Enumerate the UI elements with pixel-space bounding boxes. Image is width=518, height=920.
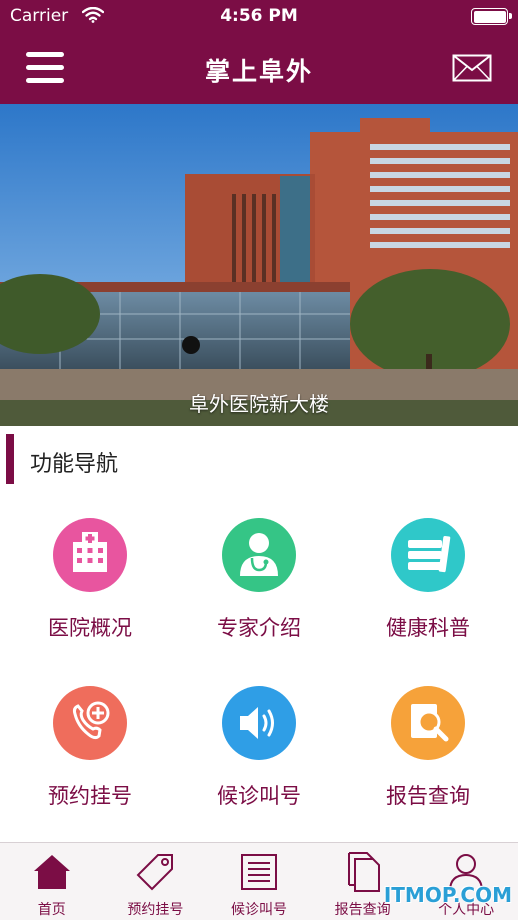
status-time: 4:56 PM bbox=[220, 6, 298, 26]
tab-appointment[interactable]: 预约挂号 bbox=[104, 843, 208, 920]
feature-expert-intro[interactable]: 专家介绍 bbox=[173, 518, 345, 668]
tab-home[interactable]: 首页 bbox=[0, 843, 104, 920]
section-header: 功能导航 bbox=[0, 426, 518, 496]
feature-label: 候诊叫号 bbox=[217, 784, 301, 808]
watermark: ITMOP.COM bbox=[383, 883, 512, 907]
tab-bar: 首页 预约挂号 候诊叫号 报告查询 个人中心 bbox=[0, 842, 518, 920]
page-title: 掌上阜外 bbox=[204, 57, 313, 86]
phone-plus-icon bbox=[53, 686, 127, 760]
carousel-indicator[interactable] bbox=[182, 336, 200, 354]
document-icon bbox=[347, 852, 380, 892]
feature-label: 报告查询 bbox=[386, 784, 470, 808]
banner-caption: 阜外医院新大楼 bbox=[189, 392, 329, 416]
tab-report[interactable]: 报告查询 bbox=[311, 843, 415, 920]
tab-label: 预约挂号 bbox=[127, 902, 184, 918]
feature-hospital-overview[interactable]: 医院概况 bbox=[4, 518, 176, 668]
section-title: 功能导航 bbox=[30, 452, 119, 477]
envelope-icon bbox=[452, 54, 492, 82]
status-bar: Carrier 4:56 PM bbox=[0, 0, 518, 34]
tab-label: 候诊叫号 bbox=[230, 902, 287, 918]
banner-image bbox=[0, 104, 518, 426]
section-accent-bar bbox=[6, 434, 14, 484]
mail-button[interactable] bbox=[452, 54, 492, 82]
report-search-icon bbox=[391, 686, 465, 760]
banner-carousel[interactable]: 阜外医院新大楼 bbox=[0, 104, 518, 426]
hospital-icon bbox=[53, 518, 127, 592]
feature-label: 健康科普 bbox=[386, 616, 470, 640]
speaker-icon bbox=[222, 686, 296, 760]
feature-label: 专家介绍 bbox=[217, 616, 301, 640]
tab-queue[interactable]: 候诊叫号 bbox=[207, 843, 311, 920]
tab-profile[interactable]: 个人中心 bbox=[414, 843, 518, 920]
feature-label: 医院概况 bbox=[48, 616, 132, 640]
app-header: Carrier 4:56 PM 掌上阜外 bbox=[0, 0, 518, 104]
feature-label: 预约挂号 bbox=[48, 784, 132, 808]
home-icon bbox=[34, 855, 70, 889]
feature-appointment[interactable]: 预约挂号 bbox=[4, 686, 176, 836]
feature-report-query[interactable]: 报告查询 bbox=[342, 686, 514, 836]
books-icon bbox=[391, 518, 465, 592]
battery-icon bbox=[471, 8, 512, 25]
doctor-icon bbox=[222, 518, 296, 592]
tag-icon bbox=[136, 854, 173, 891]
feature-health-education[interactable]: 健康科普 bbox=[342, 518, 514, 668]
list-icon bbox=[241, 854, 278, 890]
tab-label: 首页 bbox=[37, 902, 66, 918]
feature-queue-call[interactable]: 候诊叫号 bbox=[173, 686, 345, 836]
